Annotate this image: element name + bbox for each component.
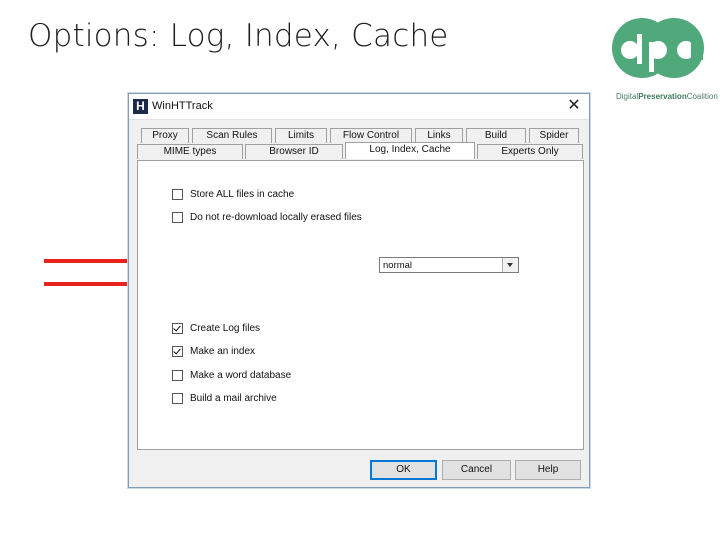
- winhttrack-options-dialog: H WinHTTrack ✕ Proxy Scan Rules Limits F…: [128, 93, 590, 488]
- cancel-button[interactable]: Cancel: [442, 460, 511, 480]
- tab-spider[interactable]: Spider: [529, 128, 579, 143]
- dialog-titlebar[interactable]: H WinHTTrack ✕: [129, 94, 589, 120]
- checkbox-word-database[interactable]: [172, 369, 183, 381]
- dialog-title: WinHTTrack: [152, 100, 213, 112]
- tab-proxy[interactable]: Proxy: [141, 128, 189, 143]
- ok-button[interactable]: OK: [370, 460, 437, 480]
- tab-browser-id[interactable]: Browser ID: [245, 144, 343, 159]
- tab-experts-only[interactable]: Experts Only: [477, 144, 583, 159]
- app-icon: H: [133, 99, 148, 114]
- logo-caption: DigitalPreservationCoalition: [616, 92, 718, 101]
- options-panel: Store ALL files in cache Do not re-downl…: [137, 160, 584, 450]
- checkbox-create-log[interactable]: [172, 322, 183, 334]
- tab-flow-control[interactable]: Flow Control: [330, 128, 412, 143]
- option-label: Build a mail archive: [190, 392, 277, 404]
- tab-build[interactable]: Build: [466, 128, 526, 143]
- option-no-redownload[interactable]: Do not re-download locally erased files: [172, 210, 362, 224]
- checkbox-mail-archive[interactable]: [172, 392, 183, 404]
- log-level-value: normal: [383, 260, 413, 271]
- option-mail-archive[interactable]: Build a mail archive: [172, 391, 277, 405]
- slide-title: Options: Log, Index, Cache: [28, 18, 449, 54]
- log-level-select[interactable]: normal: [379, 257, 519, 273]
- option-word-database[interactable]: Make a word database: [172, 368, 291, 382]
- help-button[interactable]: Help: [515, 460, 581, 480]
- option-store-all-in-cache[interactable]: Store ALL files in cache: [172, 187, 294, 201]
- checkbox-make-index[interactable]: [172, 345, 183, 357]
- tab-limits[interactable]: Limits: [275, 128, 327, 143]
- close-button[interactable]: ✕: [565, 97, 583, 115]
- tab-log-index-cache[interactable]: Log, Index, Cache: [345, 142, 475, 159]
- checkbox-no-redownload[interactable]: [172, 211, 183, 223]
- option-label: Create Log files: [190, 322, 261, 334]
- option-label: Make an index: [190, 345, 256, 357]
- option-make-index[interactable]: Make an index: [172, 344, 255, 358]
- option-label: Store ALL files in cache: [190, 188, 295, 200]
- tab-scan-rules[interactable]: Scan Rules: [192, 128, 272, 143]
- tab-mime-types[interactable]: MIME types: [137, 144, 243, 159]
- option-create-log-files[interactable]: Create Log files: [172, 321, 260, 335]
- option-label: Make a word database: [190, 369, 292, 381]
- checkbox-store-all[interactable]: [172, 188, 183, 200]
- chevron-down-icon[interactable]: [502, 258, 518, 272]
- option-label: Do not re-download locally erased files: [190, 211, 362, 223]
- tab-links[interactable]: Links: [415, 128, 463, 143]
